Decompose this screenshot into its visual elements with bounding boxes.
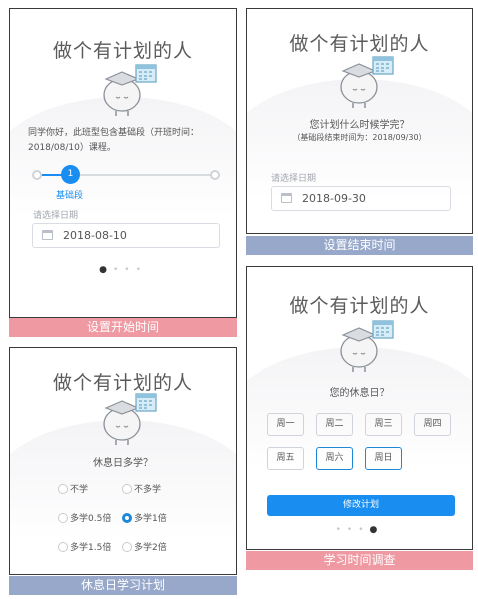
- day-button-sun[interactable]: 周日: [365, 447, 402, 470]
- day-button-wed[interactable]: 周三: [365, 413, 402, 436]
- date-label: 请选择日期: [271, 174, 317, 184]
- calendar-icon: [281, 193, 292, 203]
- end-time-note: （基础段结束时间为：2018/09/30）: [292, 133, 427, 142]
- radio-option-2[interactable]: 多学0.5倍: [58, 513, 111, 525]
- day-button-thu[interactable]: 周四: [414, 413, 451, 436]
- start-date-input[interactable]: 2018-08-10: [32, 223, 220, 248]
- panel-set-end-time: 做个有计划的人 您计划什么时候学完？ （基础段结束时间为：2018/09/30）…: [246, 8, 473, 234]
- end-date-input[interactable]: 2018-09-30: [271, 186, 451, 211]
- intro-text-line-2: 2018/08/10）课程。: [28, 143, 116, 153]
- question-text: 您计划什么时候学完？: [309, 120, 410, 131]
- radio-circle: [58, 484, 68, 494]
- pager-dot-active[interactable]: ●: [99, 265, 113, 275]
- panel-study-time-survey: 做个有计划的人 您的休息日？ 周一 周二 周三 周四 周五 周六 周日 修改计划…: [246, 266, 473, 550]
- page-title: 做个有计划的人: [52, 40, 193, 62]
- step-badge[interactable]: 1: [61, 165, 80, 184]
- radio-option-1[interactable]: 不多学: [122, 484, 161, 496]
- caption-set-start-time: 设置开始时间: [9, 318, 237, 337]
- radio-circle-selected: [122, 513, 132, 523]
- radio-option-3[interactable]: 多学1倍: [122, 513, 167, 525]
- radio-option-4[interactable]: 多学1.5倍: [58, 542, 111, 554]
- mascot-icon: [340, 320, 394, 372]
- radio-option-0[interactable]: 不学: [58, 484, 88, 496]
- step-label: 基础段: [56, 191, 84, 201]
- panel-set-start-time: 做个有计划的人 同学你好，此班型包含基础段（开班时间： 2018/08/10）课…: [9, 8, 237, 318]
- question-text: 您的休息日？: [329, 388, 390, 399]
- caption-set-end-time: 设置结束时间: [246, 236, 473, 255]
- day-button-tue[interactable]: 周二: [316, 413, 353, 436]
- radio-option-5[interactable]: 多学2倍: [122, 542, 167, 554]
- step-end-handle[interactable]: [210, 170, 220, 180]
- radio-circle: [58, 513, 68, 523]
- modify-plan-button[interactable]: 修改计划: [267, 495, 455, 516]
- radio-circle: [122, 542, 132, 552]
- day-button-mon[interactable]: 周一: [267, 413, 304, 436]
- radio-circle: [58, 542, 68, 552]
- end-date-value: 2018-09-30: [302, 192, 366, 205]
- day-button-sat[interactable]: 周六: [316, 447, 353, 470]
- page-title: 做个有计划的人: [289, 295, 430, 317]
- day-button-fri[interactable]: 周五: [267, 447, 304, 470]
- radio-circle: [122, 484, 132, 494]
- date-label: 请选择日期: [33, 211, 79, 221]
- intro-text: 同学你好，此班型包含基础段（开班时间：: [28, 128, 200, 138]
- start-date-value: 2018-08-10: [63, 229, 127, 242]
- mascot-icon: [340, 56, 394, 108]
- panel-rest-day-plan: 做个有计划的人 休息日多学？ 不学 不多学 多学0.5倍 多学1倍 多学1.5倍…: [9, 347, 237, 575]
- caption-study-time-survey: 学习时间调查: [246, 551, 473, 570]
- caption-rest-day-plan: 休息日学习计划: [9, 576, 237, 595]
- question-text: 休息日多学？: [93, 458, 153, 469]
- pager-dots: ●•••: [99, 265, 147, 275]
- step-start-handle[interactable]: [32, 170, 42, 180]
- mascot-icon: [103, 64, 157, 116]
- mascot-icon: [103, 393, 157, 445]
- calendar-icon: [42, 230, 53, 240]
- pager-dot-active[interactable]: ●: [370, 525, 384, 535]
- page-title: 做个有计划的人: [289, 33, 430, 55]
- pager-dots: •••●: [335, 525, 384, 535]
